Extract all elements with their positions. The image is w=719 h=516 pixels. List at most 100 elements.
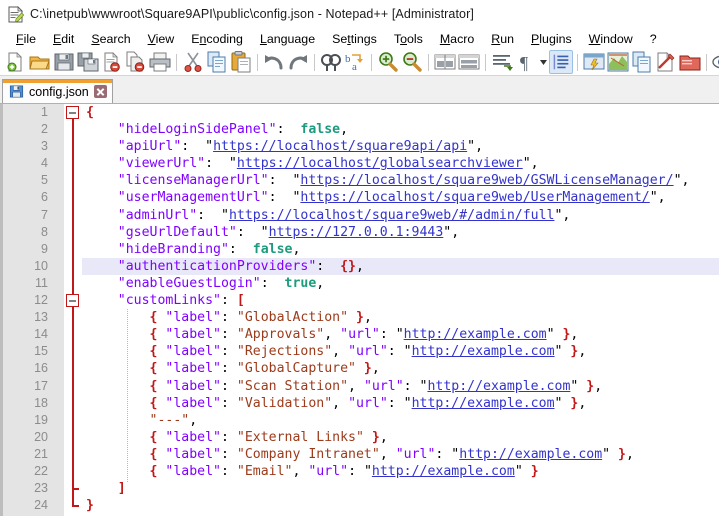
line-number: 18 <box>0 395 55 412</box>
menu-item-[interactable]: ? <box>642 31 666 47</box>
folder-as-workspace-icon[interactable] <box>678 50 702 74</box>
zoom-in-icon[interactable] <box>376 50 400 74</box>
code-line[interactable]: } <box>82 497 719 514</box>
code-line[interactable]: "authenticationProviders": {}, <box>82 258 719 275</box>
code-line[interactable]: "apiUrl": "https://localhost/square9api/… <box>82 138 719 155</box>
monitoring-icon[interactable] <box>711 50 719 74</box>
line-number: 19 <box>0 412 55 429</box>
menu-item-search[interactable]: Search <box>83 31 139 47</box>
copy-icon[interactable] <box>205 50 229 74</box>
cut-icon[interactable] <box>181 50 205 74</box>
tab-config-json[interactable]: config.json <box>2 79 113 103</box>
code-line[interactable]: { "label": "GlobalCapture" }, <box>82 360 719 377</box>
line-number: 3 <box>0 138 55 155</box>
fold-collapse-box[interactable] <box>66 106 79 119</box>
indent-guideline-icon[interactable] <box>549 50 573 74</box>
fold-vertical-line <box>72 112 74 505</box>
show-all-characters-icon[interactable]: ¶ <box>514 50 538 74</box>
line-number: 7 <box>0 207 55 224</box>
save-icon[interactable] <box>52 50 76 74</box>
redo-icon[interactable] <box>286 50 310 74</box>
code-line[interactable]: { "label": "External Links" }, <box>82 429 719 446</box>
editor-area[interactable]: 123456789101112131415161718192021222324 … <box>0 104 719 516</box>
svg-text:a: a <box>352 61 357 73</box>
svg-text:b: b <box>345 53 351 65</box>
user-defined-dialog-icon[interactable] <box>582 50 606 74</box>
menu-item-language[interactable]: Language <box>252 31 324 47</box>
line-number: 14 <box>0 326 55 343</box>
menu-item-run[interactable]: Run <box>483 31 523 47</box>
undo-icon[interactable] <box>262 50 286 74</box>
menu-item-edit[interactable]: Edit <box>45 31 83 47</box>
menu-item-settings[interactable]: Settings <box>324 31 386 47</box>
code-line[interactable]: "licenseManagerUrl": "https://localhost/… <box>82 172 719 189</box>
menu-item-file[interactable]: File <box>8 31 45 47</box>
line-number: 10 <box>0 258 55 275</box>
code-line[interactable]: ] <box>82 480 719 497</box>
line-number: 23 <box>0 480 55 497</box>
code-line[interactable]: { <box>82 104 719 121</box>
toolbar: b a ¶ <box>0 49 719 76</box>
toolbar-separator <box>577 54 578 71</box>
code-line[interactable]: { "label": "GlobalAction" }, <box>82 309 719 326</box>
toolbar-separator <box>257 54 258 71</box>
replace-icon[interactable]: b a <box>343 50 367 74</box>
menu-item-plugins[interactable]: Plugins <box>523 31 581 47</box>
close-all-files-icon[interactable] <box>124 50 148 74</box>
word-wrap-icon[interactable] <box>490 50 514 74</box>
paste-icon[interactable] <box>229 50 253 74</box>
line-number: 2 <box>0 121 55 138</box>
svg-text:¶: ¶ <box>520 53 528 73</box>
line-number: 16 <box>0 360 55 377</box>
line-number: 1 <box>0 104 55 121</box>
code-line[interactable]: { "label": "Rejections", "url": "http://… <box>82 343 719 360</box>
fold-margin[interactable] <box>64 104 82 516</box>
code-line[interactable]: "hideLoginSidePanel": false, <box>82 121 719 138</box>
menu-item-tools[interactable]: Tools <box>386 31 432 47</box>
code-line[interactable]: "viewerUrl": "https://localhost/globalse… <box>82 155 719 172</box>
fold-collapse-box[interactable] <box>66 294 79 307</box>
menu-item-macro[interactable]: Macro <box>432 31 483 47</box>
code-line[interactable]: "gseUrlDefault": "https://127.0.0.1:9443… <box>82 224 719 241</box>
menu-item-view[interactable]: View <box>140 31 184 47</box>
close-tab-icon[interactable] <box>94 85 107 98</box>
line-number: 15 <box>0 343 55 360</box>
sync-horizontal-scroll-icon[interactable] <box>457 50 481 74</box>
line-number: 4 <box>0 155 55 172</box>
function-list-icon[interactable] <box>654 50 678 74</box>
document-list-icon[interactable] <box>630 50 654 74</box>
document-map-icon[interactable] <box>606 50 630 74</box>
code-line[interactable]: "customLinks": [ <box>82 292 719 309</box>
line-number: 21 <box>0 446 55 463</box>
code-line[interactable]: "userManagementUrl": "https://localhost/… <box>82 189 719 206</box>
menu-bar: FileEditSearchViewEncodingLanguageSettin… <box>0 28 719 49</box>
menu-item-window[interactable]: Window <box>581 31 642 47</box>
code-line[interactable]: { "label": "Scan Station", "url": "http:… <box>82 378 719 395</box>
line-number-gutter: 123456789101112131415161718192021222324 <box>0 104 55 516</box>
line-number: 11 <box>0 275 55 292</box>
line-number: 9 <box>0 241 55 258</box>
open-file-icon[interactable] <box>28 50 52 74</box>
code-line[interactable]: "---", <box>82 412 719 429</box>
tab-bar: config.json <box>0 76 719 104</box>
code-line[interactable]: { "label": "Approvals", "url": "http://e… <box>82 326 719 343</box>
new-file-icon[interactable] <box>4 50 28 74</box>
find-icon[interactable] <box>319 50 343 74</box>
code-line[interactable]: { "label": "Validation", "url": "http://… <box>82 395 719 412</box>
code-line[interactable]: { "label": "Company Intranet", "url": "h… <box>82 446 719 463</box>
bookmark-margin[interactable] <box>55 104 64 516</box>
code-line[interactable]: "adminUrl": "https://localhost/square9we… <box>82 207 719 224</box>
zoom-out-icon[interactable] <box>400 50 424 74</box>
close-file-icon[interactable] <box>100 50 124 74</box>
code-line[interactable]: "hideBranding": false, <box>82 241 719 258</box>
title-bar: C:\inetpub\wwwroot\Square9API\public\con… <box>0 0 719 28</box>
code-line[interactable]: { "label": "Email", "url": "http://examp… <box>82 463 719 480</box>
code-text-area[interactable]: { "hideLoginSidePanel": false, "apiUrl":… <box>82 104 719 516</box>
code-line[interactable]: "enableGuestLogin": true, <box>82 275 719 292</box>
dropdown-arrow-icon[interactable] <box>538 50 549 74</box>
menu-item-encoding[interactable]: Encoding <box>183 31 252 47</box>
save-all-icon[interactable] <box>76 50 100 74</box>
print-icon[interactable] <box>148 50 172 74</box>
line-number: 8 <box>0 224 55 241</box>
sync-vertical-scroll-icon[interactable] <box>433 50 457 74</box>
